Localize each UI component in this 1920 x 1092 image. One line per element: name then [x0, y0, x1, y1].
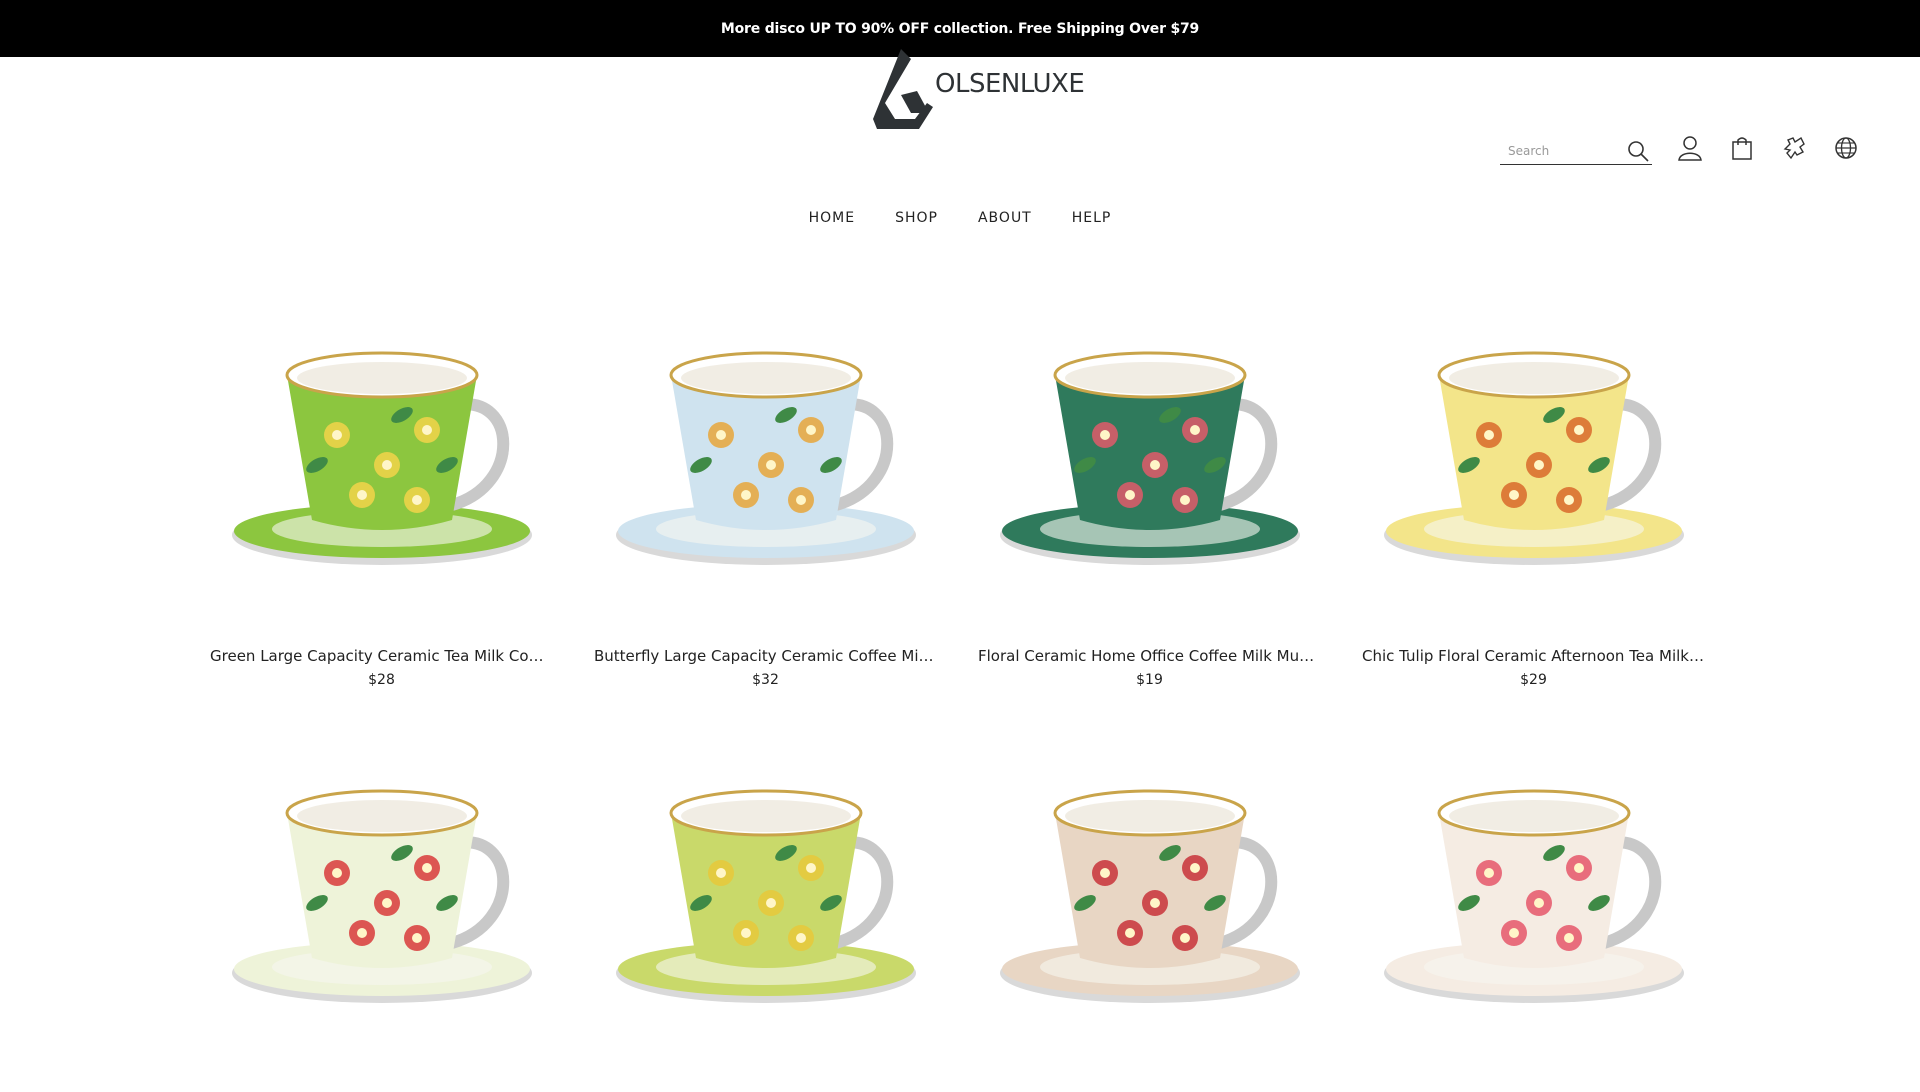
- product-card[interactable]: Butterfly Large Capacity Ceramic Coffee …: [584, 300, 947, 688]
- product-image[interactable]: [200, 300, 563, 630]
- product-image[interactable]: [200, 738, 563, 1068]
- nav-help[interactable]: HELP: [1072, 210, 1112, 226]
- nav-shop[interactable]: SHOP: [895, 210, 938, 226]
- announcement-text: More disco UP TO 90% OFF collection. Fre…: [720, 20, 1200, 37]
- cup-image: [999, 789, 1300, 1003]
- product-card[interactable]: [1352, 738, 1715, 1092]
- product-price: $19: [1136, 672, 1163, 688]
- cup-image: [231, 351, 532, 565]
- cup-image: [1383, 351, 1684, 565]
- product-image[interactable]: [1352, 300, 1715, 630]
- globe-icon[interactable]: [1833, 135, 1859, 161]
- product-price: $28: [368, 672, 395, 688]
- product-price: $32: [752, 672, 779, 688]
- product-grid: Green Large Capacity Ceramic Tea Milk Co…: [200, 300, 1720, 1092]
- product-image[interactable]: [968, 738, 1331, 1068]
- product-title[interactable]: Chic Tulip Floral Ceramic Afternoon Tea …: [1352, 647, 1715, 665]
- product-card[interactable]: [968, 738, 1331, 1092]
- cup-image: [615, 351, 916, 565]
- product-title[interactable]: Floral Ceramic Home Office Coffee Milk M…: [968, 647, 1331, 665]
- cup-image: [615, 789, 916, 1003]
- search-icon[interactable]: [1626, 139, 1650, 163]
- product-image[interactable]: [584, 300, 947, 630]
- shopping-bag-icon[interactable]: [1729, 135, 1755, 161]
- logo-mark-icon: [873, 49, 933, 129]
- cup-image: [1383, 789, 1684, 1003]
- cup-image: [999, 351, 1300, 565]
- search-bar: [1500, 137, 1652, 165]
- site-header: OLSENLUXE HOME SHOP ABOUT HELP: [0, 49, 1920, 226]
- product-card[interactable]: Green Large Capacity Ceramic Tea Milk Co…: [200, 300, 563, 688]
- puzzle-icon[interactable]: [1781, 135, 1807, 161]
- brand-name: OLSENLUXE: [935, 69, 1085, 99]
- cup-image: [231, 789, 532, 1003]
- product-image[interactable]: [584, 738, 947, 1068]
- search-input[interactable]: [1500, 143, 1618, 158]
- brand-logo[interactable]: OLSENLUXE: [871, 47, 1085, 129]
- product-card[interactable]: [584, 738, 947, 1092]
- product-title[interactable]: Green Large Capacity Ceramic Tea Milk Co…: [200, 647, 563, 665]
- main-nav: HOME SHOP ABOUT HELP: [0, 210, 1920, 226]
- nav-about[interactable]: ABOUT: [978, 210, 1032, 226]
- product-card[interactable]: Floral Ceramic Home Office Coffee Milk M…: [968, 300, 1331, 688]
- product-card[interactable]: [200, 738, 563, 1092]
- product-title[interactable]: Butterfly Large Capacity Ceramic Coffee …: [584, 647, 947, 665]
- user-icon[interactable]: [1677, 135, 1703, 161]
- product-card[interactable]: Chic Tulip Floral Ceramic Afternoon Tea …: [1352, 300, 1715, 688]
- product-price: $29: [1520, 672, 1547, 688]
- product-image[interactable]: [1352, 738, 1715, 1068]
- product-image[interactable]: [968, 300, 1331, 630]
- nav-home[interactable]: HOME: [809, 210, 855, 226]
